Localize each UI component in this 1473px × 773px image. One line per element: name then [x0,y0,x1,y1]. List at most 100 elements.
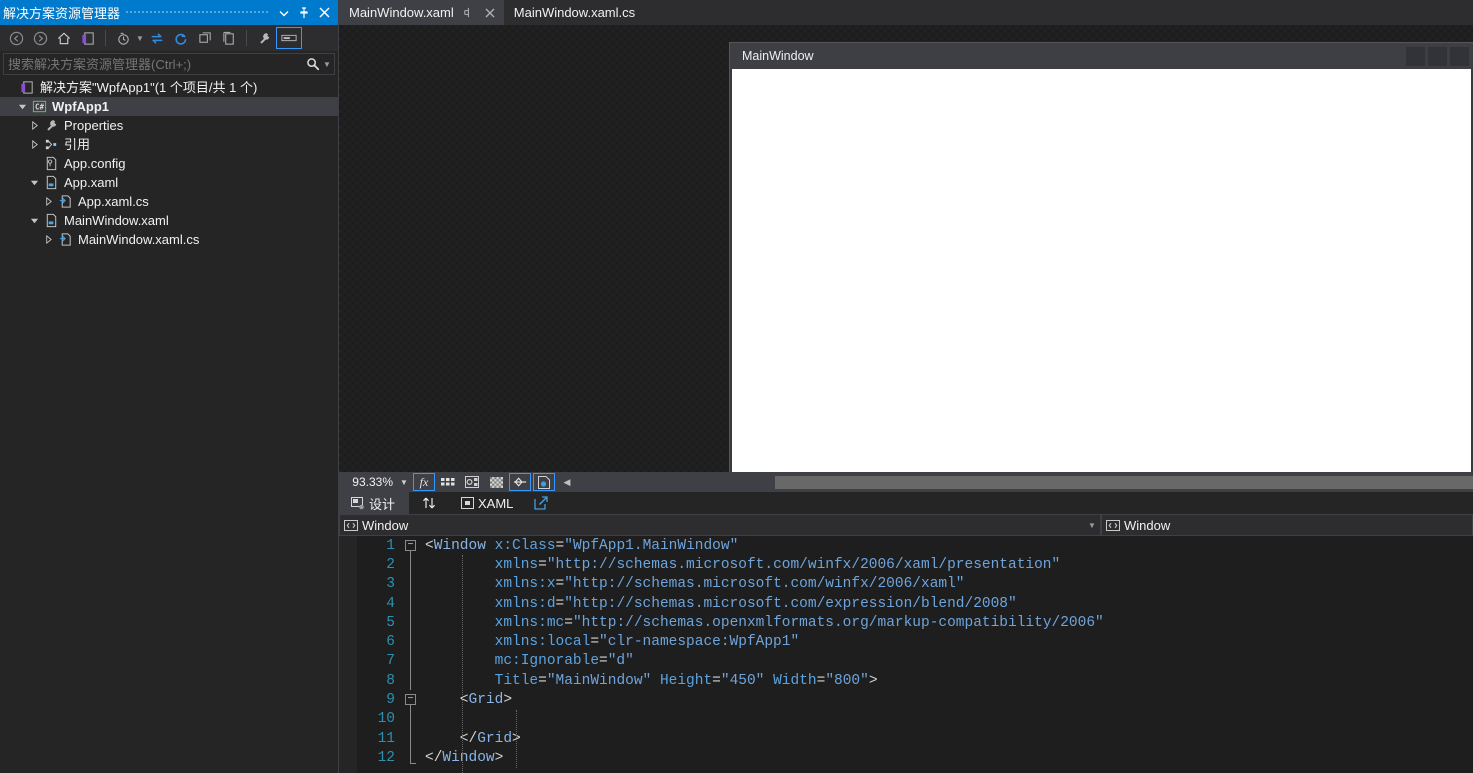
search-icon[interactable] [304,57,322,71]
sync-icon[interactable] [145,27,169,49]
effects-button[interactable]: fx [413,473,435,491]
designer-zoom-toolbar: 93.33% ▼ fx ◀ [339,472,1473,492]
collapse-left-icon[interactable]: ◀ [559,477,575,488]
expander-collapsed-icon[interactable] [26,116,42,135]
snap-to-gridlines-icon[interactable] [509,473,531,491]
chevron-down-icon[interactable]: ▼ [397,478,411,487]
code-text: </Window> [423,750,503,766]
tab-xaml-view[interactable]: XAML [449,492,527,514]
pop-out-icon[interactable] [527,492,555,514]
line-number: 9 [386,692,395,709]
solution-icon[interactable] [76,27,100,49]
fold-guide-line [410,709,411,729]
code-token-opeq: = [538,672,547,689]
clock-dropdown-caret-icon[interactable]: ▼ [135,27,145,49]
code-line[interactable]: 8 Title="MainWindow" Height="450" Width=… [357,671,1473,691]
minimize-button[interactable] [1406,46,1425,66]
chevron-down-icon[interactable]: ▼ [1084,521,1100,530]
tab-mainwindow-xaml[interactable]: MainWindow.xaml [339,0,504,25]
swap-panes-icon[interactable] [409,492,449,514]
tree-item-properties[interactable]: Properties [0,116,338,135]
tree-item-label: MainWindow.xaml [64,213,169,228]
transparency-grid-icon[interactable] [485,473,507,491]
xaml-code-editor[interactable]: 1− <Window x:Class="WpfApp1.MainWindow" 2 … [339,536,1473,773]
expander-expanded-icon[interactable] [26,211,42,230]
fold-margin[interactable] [401,748,423,767]
code-line[interactable]: 2 xmlns="http://schemas.microsoft.com/wi… [357,555,1473,575]
code-line[interactable]: 1− <Window x:Class="WpfApp1.MainWindow" [357,536,1473,556]
code-line[interactable]: 11 </Grid> [357,728,1473,749]
pin-icon[interactable] [294,2,314,24]
tree-item-app-xaml-cs[interactable]: App.xaml.cs [0,192,338,211]
disable-project-code-icon[interactable] [533,473,555,491]
collapse-all-icon[interactable] [193,27,217,49]
clock-icon[interactable] [111,27,135,49]
code-line[interactable]: 9− <Grid> [357,690,1473,710]
fold-margin[interactable] [401,632,423,652]
show-all-files-icon[interactable] [217,27,241,49]
preview-window-client-area[interactable] [732,69,1471,472]
home-icon[interactable] [52,27,76,49]
fold-margin[interactable] [401,709,423,729]
tree-item-wpfapp1[interactable]: C# WpfApp1 [0,97,338,116]
expander-expanded-icon[interactable] [14,97,30,116]
tree-item-mainwindow-xaml-cs[interactable]: MainWindow.xaml.cs [0,230,338,249]
fold-margin[interactable]: − [401,536,423,556]
code-line[interactable]: 10 [357,709,1473,729]
pin-icon[interactable] [460,5,476,21]
code-line[interactable]: 4 xmlns:d="http://schemas.microsoft.com/… [357,593,1473,614]
fold-margin[interactable] [401,555,423,575]
tree-item-app-xaml[interactable]: App.xaml [0,173,338,192]
tree-item-mainwindow-xaml[interactable]: MainWindow.xaml [0,211,338,230]
scrollbar-thumb[interactable] [775,475,1473,489]
tree-item-app-config[interactable]: App.config [0,154,338,173]
snapping-icon[interactable] [461,473,483,491]
designer-horizontal-scrollbar[interactable] [575,472,1473,492]
code-line[interactable]: 5 xmlns:mc="http://schemas.openxmlformat… [357,613,1473,633]
refresh-icon[interactable] [169,27,193,49]
code-token-punct: </ [425,730,478,747]
navbar-element-selector-left[interactable]: Window ▼ [339,514,1101,536]
tree-item-solution[interactable]: 解决方案"WpfApp1"(1 个项目/共 1 个) [0,78,338,97]
code-line[interactable]: 7 mc:Ignorable="d" [357,651,1473,672]
design-preview-window[interactable]: MainWindow [729,42,1473,472]
tab-mainwindow-xaml-cs[interactable]: MainWindow.xaml.cs [503,0,642,25]
preview-selected-items-icon[interactable] [276,27,302,49]
navbar-label: Window [362,517,409,533]
fold-margin[interactable] [401,574,423,594]
fold-margin[interactable] [401,613,423,633]
fold-margin[interactable] [401,671,423,691]
titlebar-drag-handle[interactable] [126,0,268,25]
editor-lines-container[interactable]: 1− <Window x:Class="WpfApp1.MainWindow" 2 … [357,536,1473,773]
code-line[interactable]: 12 </Window> [357,748,1473,767]
expander-collapsed-icon[interactable] [26,135,42,154]
wrench-icon[interactable] [252,27,276,49]
dropdown-icon[interactable] [274,2,294,24]
search-options-caret-icon[interactable]: ▼ [322,60,332,69]
expander-collapsed-icon[interactable] [40,192,56,211]
close-icon[interactable] [314,2,334,24]
expander-collapsed-icon[interactable] [40,230,56,249]
code-line[interactable]: 6 xmlns:local="clr-namespace:WpfApp1" [357,632,1473,652]
fold-margin[interactable]: − [401,690,423,710]
close-icon[interactable] [482,5,498,21]
tab-label: XAML [478,495,514,511]
code-line[interactable]: 3 xmlns:x="http://schemas.microsoft.com/… [357,574,1473,594]
fold-margin[interactable] [401,728,423,749]
tree-item-references[interactable]: 引用 [0,135,338,154]
fold-margin[interactable] [401,651,423,672]
expander-expanded-icon[interactable] [26,173,42,192]
window-element-icon [340,519,362,531]
tab-design-view[interactable]: 设计 [339,492,410,514]
xaml-designer-surface[interactable]: MainWindow [339,25,1473,472]
navbar-element-selector-right[interactable]: Window [1101,514,1473,536]
zoom-level-combobox[interactable]: 93.33% ▼ [343,473,411,491]
back-arrow-circle-icon[interactable] [4,27,28,49]
grid-rails-icon[interactable] [437,473,459,491]
search-input[interactable] [8,56,304,72]
fold-margin[interactable] [401,593,423,614]
maximize-button[interactable] [1428,46,1447,66]
forward-arrow-circle-icon[interactable] [28,27,52,49]
search-box[interactable]: ▼ [3,53,335,75]
close-button[interactable] [1450,46,1469,66]
